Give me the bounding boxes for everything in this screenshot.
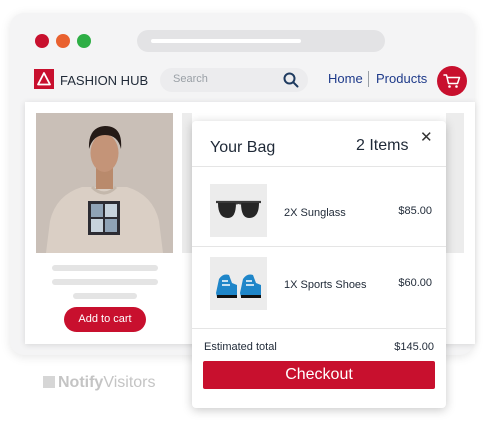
sunglasses-icon	[210, 184, 267, 237]
nav-divider	[368, 71, 369, 87]
bag-item-name: 1X Sports Shoes	[284, 279, 367, 291]
window-maximize-dot[interactable]	[77, 34, 91, 48]
watermark-text-visitors: Visitors	[103, 374, 156, 391]
watermark-logo: NotifyVisitors	[43, 374, 156, 392]
address-bar[interactable]	[137, 30, 385, 52]
close-icon[interactable]: ✕	[420, 128, 433, 146]
product-card-ghost	[446, 113, 464, 253]
nav-home-link[interactable]: Home	[328, 71, 363, 86]
bag-title: Your Bag	[210, 139, 276, 156]
search-placeholder: Search	[173, 73, 208, 85]
product-subtitle-skeleton	[52, 279, 158, 285]
nav-products-link[interactable]: Products	[376, 71, 427, 86]
bag-divider	[192, 246, 446, 247]
checkout-button[interactable]: Checkout	[203, 361, 435, 389]
product-card-ghost	[182, 113, 192, 253]
product-image[interactable]	[36, 113, 173, 253]
bag-item-name: 2X Sunglass	[284, 207, 346, 219]
product-title-skeleton	[52, 265, 158, 271]
bag-panel: Your Bag 2 Items ✕ 2X Sunglass $85.00 1X…	[192, 121, 446, 408]
bag-item-count: 2 Items	[356, 137, 409, 154]
window-minimize-dot[interactable]	[56, 34, 70, 48]
bag-divider	[192, 166, 446, 167]
search-input[interactable]: Search	[160, 68, 308, 92]
estimated-total-label: Estimated total	[204, 341, 277, 353]
bag-item-price: $85.00	[398, 205, 432, 217]
search-icon[interactable]	[283, 72, 299, 88]
product-price-skeleton	[73, 293, 137, 299]
sports-shoes-icon	[210, 257, 267, 310]
triangle-logo-icon[interactable]	[34, 69, 54, 89]
notifyvisitors-logo-icon	[43, 376, 55, 388]
cart-icon	[443, 74, 461, 88]
add-to-cart-button[interactable]: Add to cart	[64, 307, 146, 332]
address-bar-placeholder-line	[151, 39, 301, 43]
watermark-text-notify: Notify	[58, 374, 104, 391]
window-close-dot[interactable]	[35, 34, 49, 48]
estimated-total-value: $145.00	[394, 341, 434, 353]
brand-name[interactable]: FASHION HUB	[60, 73, 148, 88]
bag-divider	[192, 328, 446, 329]
bag-item-price: $60.00	[398, 277, 432, 289]
cart-button[interactable]	[437, 66, 467, 96]
